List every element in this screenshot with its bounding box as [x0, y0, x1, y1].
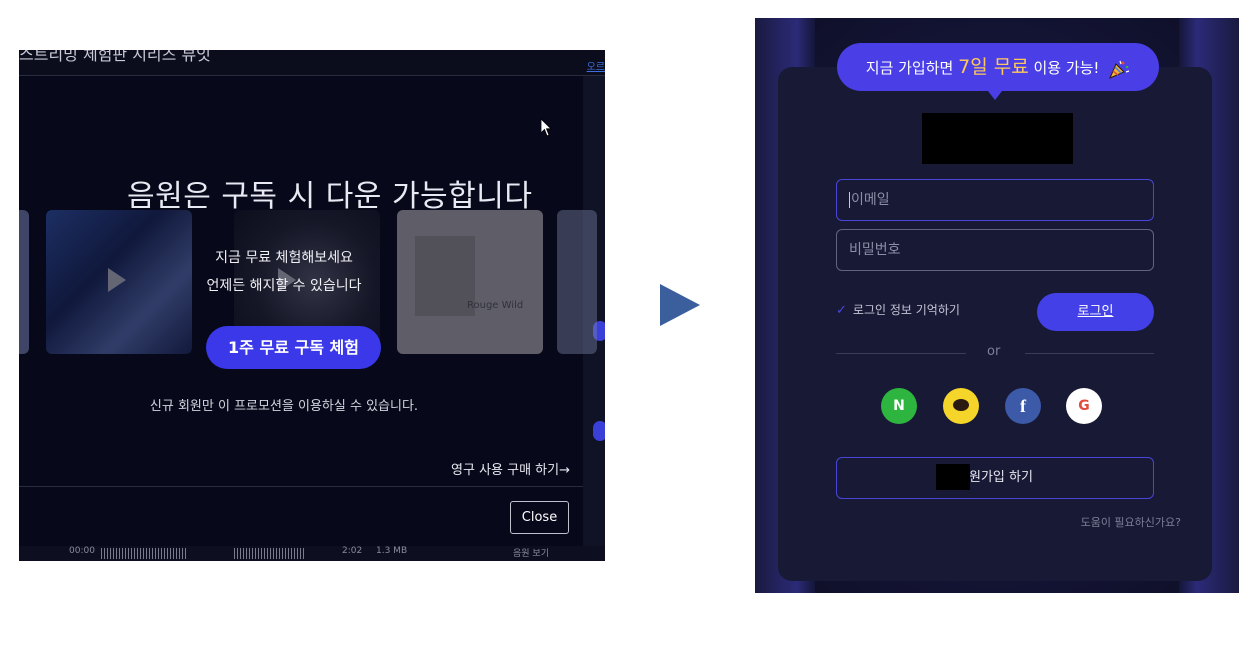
album-art-label: Rouge Wild [467, 300, 524, 311]
promo-note: 신규 회원만 이 프로모션을 이용하실 수 있습니다. [149, 399, 419, 414]
subscription-modal: 스트리밍 체험판 시리즈 뷰잇 오르 Rouge Wild 음원은 구독 시 다… [19, 50, 605, 561]
facebook-icon[interactable]: f [1005, 388, 1041, 424]
free-trial-button[interactable]: 1주 무료 구독 체험 [206, 326, 381, 369]
google-icon[interactable]: G [1066, 388, 1102, 424]
buy-permanent-link[interactable]: 영구 사용 구매 하기→ [451, 459, 570, 478]
check-icon[interactable]: ✓ [836, 303, 847, 318]
promo-highlight: 7일 무료 [958, 56, 1029, 78]
modal-header-strip: 스트리밍 체험판 시리즈 뷰잇 오르 [19, 50, 605, 76]
background-indicator [593, 421, 605, 441]
player-action: 음원 보기 [513, 549, 549, 559]
promo-suffix: 이용 가능! [1028, 59, 1100, 77]
promo-prefix: 지금 가입하면 [865, 59, 959, 77]
kakao-bubble-shape [953, 399, 969, 411]
party-popper-icon [1109, 60, 1130, 79]
signup-button[interactable]: 회원가입 하기 [836, 457, 1154, 499]
cursor-icon [541, 119, 552, 137]
password-field[interactable]: 비밀번호 [836, 229, 1154, 271]
player-duration: 2:02 [342, 546, 363, 556]
close-button[interactable]: Close [510, 501, 569, 534]
divider [1025, 353, 1154, 354]
email-placeholder: 이메일 [851, 192, 890, 208]
modal-subtext: 지금 무료 체험해보세요 [215, 250, 353, 266]
promo-banner-tail [988, 91, 1002, 100]
or-separator: or [987, 344, 1001, 359]
remember-login-checkbox[interactable]: ✓ 로그인 정보 기억하기 [836, 301, 960, 318]
background-player-strip: 00:00 2:02 1.3 MB 음원 보기 [19, 546, 605, 561]
modal-subtext: 언제든 해지할 수 있습니다 [206, 278, 362, 294]
login-button[interactable]: 로그인 [1037, 293, 1154, 331]
arrow-right-icon [660, 284, 700, 326]
kakao-icon[interactable] [943, 388, 979, 424]
waveform [101, 548, 186, 559]
text-caret [849, 192, 850, 208]
redacted-logo [922, 113, 1073, 164]
login-modal: 지금 가입하면 7일 무료 이용 가능! 이메일 비밀번호 ✓ 로그인 정보 기억… [755, 18, 1239, 593]
redacted-logo [936, 464, 970, 490]
promo-banner: 지금 가입하면 7일 무료 이용 가능! [837, 43, 1159, 91]
divider [19, 486, 583, 487]
naver-icon[interactable]: N [881, 388, 917, 424]
remember-label: 로그인 정보 기억하기 [852, 303, 960, 317]
player-time: 00:00 [69, 546, 95, 556]
divider [836, 353, 966, 354]
modal-header-title: 스트리밍 체험판 시리즈 뷰잇 [19, 50, 211, 64]
side-link[interactable]: 오르 [587, 58, 605, 73]
email-field[interactable]: 이메일 [836, 179, 1154, 221]
modal-headline: 음원은 구독 시 다운 가능합니다 [127, 179, 533, 214]
help-link[interactable]: 도움이 필요하신가요? [1081, 514, 1181, 530]
waveform [234, 548, 304, 559]
redacted-logo [59, 169, 121, 209]
file-size: 1.3 MB [376, 546, 408, 556]
password-placeholder: 비밀번호 [849, 242, 901, 258]
